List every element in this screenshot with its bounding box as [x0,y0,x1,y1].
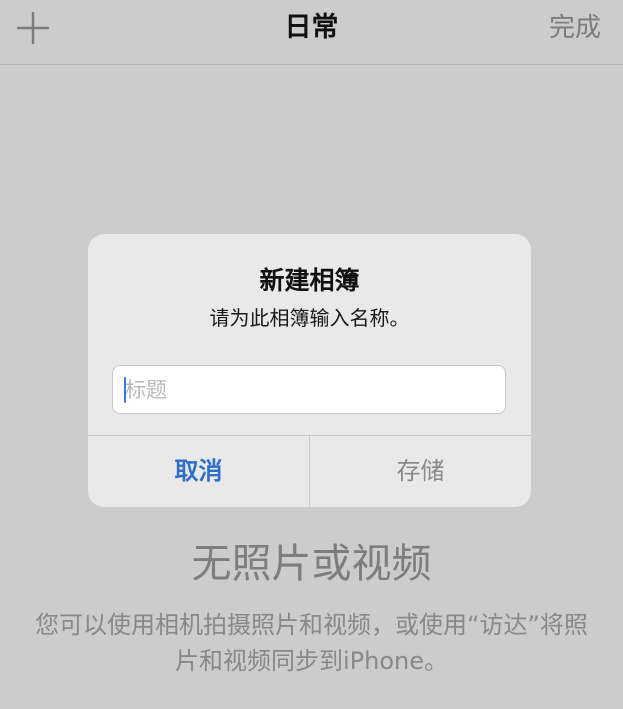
text-caret [124,377,126,403]
page-title: 日常 [284,12,339,43]
album-title-input[interactable] [112,365,506,414]
cancel-button[interactable]: 取消 [88,436,309,507]
empty-state-heading: 无照片或视频 [191,541,432,587]
empty-state-description: 您可以使用相机拍摄照片和视频，或使用“访达”将照片和视频同步到iPhone。 [35,611,588,675]
dialog-title: 新建相簿 [259,266,360,295]
new-album-dialog: 新建相簿 请为此相簿输入名称。 取消 存储 [88,234,531,507]
navigation-bar: 日常 完成 [0,0,623,65]
save-button[interactable]: 存储 [310,436,531,507]
done-button[interactable]: 完成 [549,10,601,46]
dialog-message: 请为此相簿输入名称。 [209,306,410,330]
